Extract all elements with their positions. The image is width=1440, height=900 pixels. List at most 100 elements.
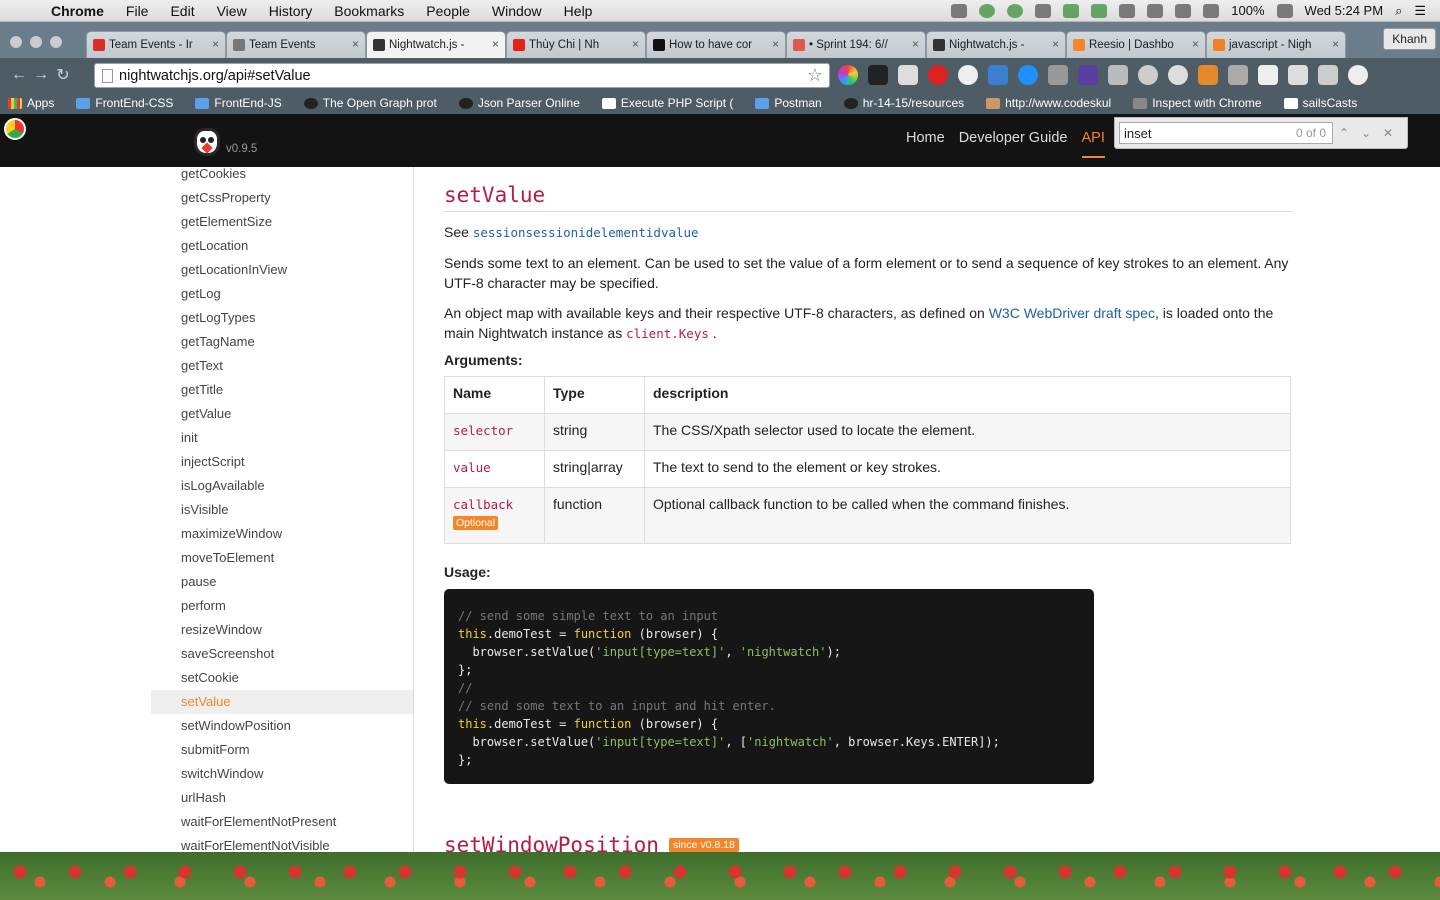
menu-file[interactable]: File [115,3,160,19]
bookmark-open-graph[interactable]: The Open Graph prot [303,96,437,110]
battery-icon[interactable] [1276,3,1293,18]
browser-tab[interactable]: Nightwatch.js - × [366,31,506,58]
ruler-extension-icon[interactable] [898,65,918,85]
bookmark-codeskul[interactable]: http://www.codeskul [986,96,1111,110]
sidebar-item[interactable]: submitForm [151,738,413,762]
bookmark-apps[interactable]: Apps [8,96,54,110]
sidebar-item[interactable]: waitForElementNotPresent [151,810,413,834]
sidebar-item[interactable]: getTagName [151,330,413,354]
tab-close-icon[interactable]: × [1192,37,1199,51]
browser-tab[interactable]: Nightwatch.js - × [926,31,1066,58]
sidebar-item[interactable]: getTitle [151,378,413,402]
gear-extension-icon[interactable] [958,65,978,85]
messages-icon[interactable] [1035,3,1052,18]
react-extension-icon[interactable] [988,65,1008,85]
bookmark-inspect-chrome[interactable]: Inspect with Chrome [1133,96,1262,110]
sidebar-item[interactable]: isVisible [151,498,413,522]
sidebar-item[interactable]: isLogAvailable [151,474,413,498]
bug-extension-icon[interactable] [1138,65,1158,85]
sidebar-item[interactable]: getCssProperty [151,186,413,210]
bluetooth-icon[interactable] [1147,3,1164,18]
feather-extension-icon[interactable] [1168,65,1188,85]
profile-button[interactable]: Khanh [1383,28,1436,50]
bookmark-hr-resources[interactable]: hr-14-15/resources [843,96,964,110]
grid-extension-icon[interactable] [1228,65,1248,85]
browser-tab[interactable]: Thùy Chi | Nh × [506,31,646,58]
bookmark-postman[interactable]: Postman [755,96,822,110]
bookmark-json-parser[interactable]: Json Parser Online [458,96,580,110]
sidebar-item[interactable]: setCookie [151,666,413,690]
sidebar-item[interactable]: getText [151,354,413,378]
sidebar-item[interactable]: perform [151,594,413,618]
menu-help[interactable]: Help [553,3,604,19]
forward-arrow-icon[interactable]: → [30,66,52,84]
browser-tab[interactable]: Reesio | Dashbo × [1066,31,1206,58]
sidebar-item[interactable]: resizeWindow [151,618,413,642]
incognito-extension-icon[interactable] [868,65,888,85]
evernote-icon[interactable] [1063,3,1080,18]
browser-tab[interactable]: Team Events × [226,31,366,58]
wappalyzer-extension-icon[interactable] [1078,65,1098,85]
color-picker-extension-icon[interactable] [838,65,858,85]
list-extension-icon[interactable] [1108,65,1128,85]
sidebar-item[interactable]: setWindowPosition [151,714,413,738]
sidebar-item[interactable]: getLog [151,282,413,306]
browser-tab[interactable]: javascript - Nigh × [1206,31,1346,58]
sidebar-item[interactable]: setValue [151,690,413,714]
sidebar-item[interactable]: getValue [151,402,413,426]
sidebar-item[interactable]: moveToElement [151,546,413,570]
chrome-extension-icon[interactable] [4,118,26,140]
bookmark-frontend-js[interactable]: FrontEnd-JS [195,96,282,110]
adblock-extension-icon[interactable] [928,65,948,85]
bookmark-sailscasts[interactable]: sailsCasts [1283,96,1357,110]
tab-close-icon[interactable]: × [352,37,359,51]
circle-extension-icon[interactable] [1018,65,1038,85]
sidebar-item[interactable]: getElementSize [151,210,413,234]
eyedropper-extension-icon[interactable] [1048,65,1068,85]
bookmark-execute-php[interactable]: Execute PHP Script ( [601,96,733,110]
spotlight-icon[interactable]: ⌕ [1395,3,1402,19]
target-extension-icon[interactable] [1348,65,1368,85]
sidebar-item[interactable]: getLogTypes [151,306,413,330]
sidebar-item[interactable]: init [151,426,413,450]
notification-center-icon[interactable]: ☰ [1414,3,1426,19]
sidebar-item[interactable]: getLocationInView [151,258,413,282]
nav-api[interactable]: API [1081,130,1105,158]
sidebar-item[interactable]: getLocation [151,234,413,258]
browser-tab[interactable]: Team Events - Ir × [86,31,226,58]
minimize-window-icon[interactable] [30,36,42,48]
usage-code-block[interactable]: // send some simple text to an input thi… [444,589,1094,784]
sidebar-item[interactable]: urlHash [151,786,413,810]
tab-close-icon[interactable]: × [772,37,779,51]
sidebar-item[interactable]: getCookies [151,167,413,186]
tab-close-icon[interactable]: × [1332,37,1339,51]
chart-extension-icon[interactable] [1198,65,1218,85]
menu-window[interactable]: Window [481,3,553,19]
menu-edit[interactable]: Edit [159,3,205,19]
zoom-window-icon[interactable] [50,36,62,48]
bookmark-frontend-css[interactable]: FrontEnd-CSS [76,96,173,110]
font-extension-icon[interactable] [1318,65,1338,85]
menu-history[interactable]: History [258,3,324,19]
menu-app-name[interactable]: Chrome [40,3,115,19]
sidebar-item[interactable]: waitForElementNotVisible [151,834,413,852]
browser-tab[interactable]: • Sprint 194: 6// × [786,31,926,58]
status-dot-icon[interactable] [1007,3,1024,18]
find-close-icon[interactable]: ✕ [1377,126,1399,140]
bookmark-star-icon[interactable]: ☆ [807,65,823,86]
sidebar-item[interactable]: saveScreenshot [151,642,413,666]
sidebar-item[interactable]: maximizeWindow [151,522,413,546]
clock[interactable]: Wed 5:24 PM [1305,3,1384,18]
menu-bookmarks[interactable]: Bookmarks [323,3,415,19]
w3c-spec-link[interactable]: W3C WebDriver draft spec [989,305,1155,321]
find-next-icon[interactable]: ⌄ [1355,126,1377,140]
tab-close-icon[interactable]: × [212,37,219,51]
turtle-icon[interactable] [1119,3,1136,18]
wifi-icon[interactable] [1203,3,1220,18]
tab-close-icon[interactable]: × [492,37,499,51]
dropbox-icon[interactable] [951,3,968,18]
find-input[interactable]: inset 0 of 0 [1119,122,1333,144]
tab-close-icon[interactable]: × [1052,37,1059,51]
volume-icon[interactable] [1175,3,1192,18]
close-window-icon[interactable] [10,36,22,48]
